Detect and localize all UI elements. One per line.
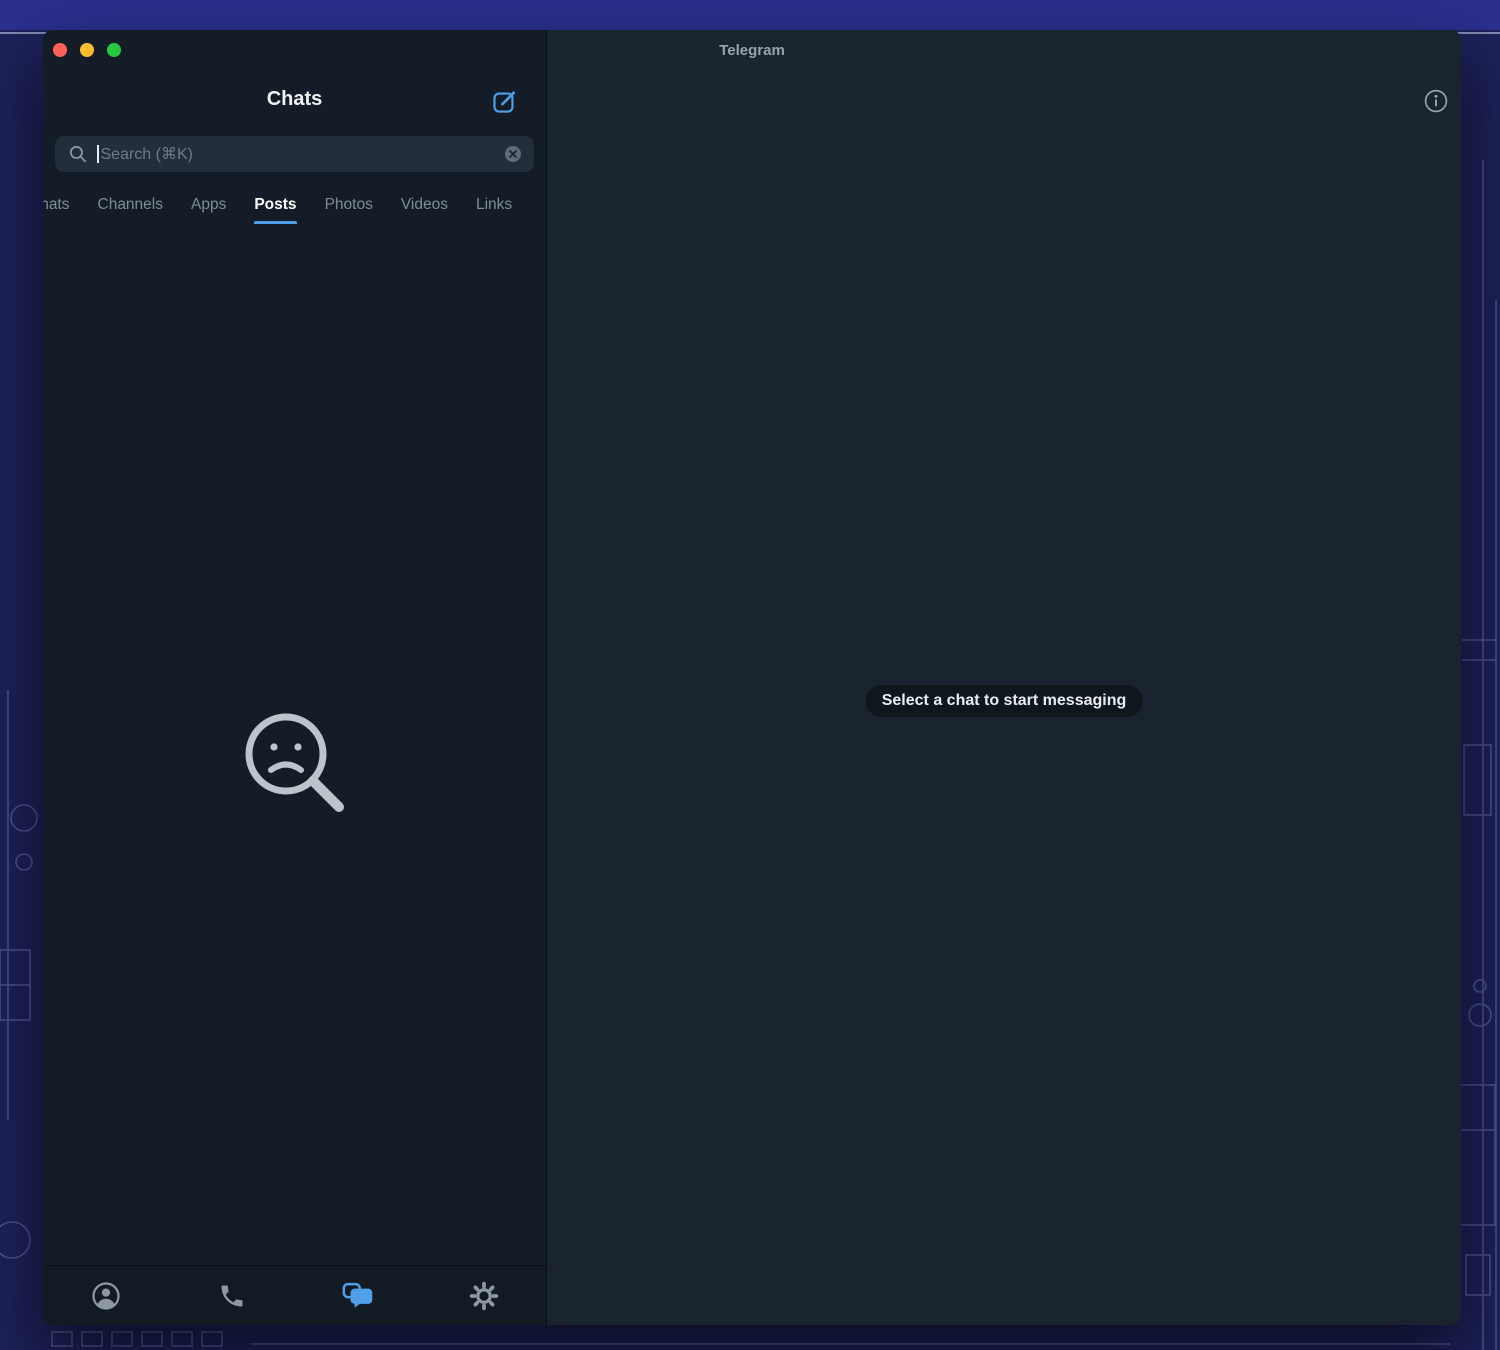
search-clear-button[interactable] — [504, 145, 522, 163]
sidebar-title: Chats — [43, 88, 546, 111]
close-button[interactable] — [53, 43, 67, 57]
nav-chats-button[interactable] — [323, 1270, 393, 1322]
search-filter-tabs: Chats Channels Apps Posts Photos Videos … — [43, 184, 547, 226]
bottom-nav — [43, 1265, 547, 1325]
tab-apps[interactable]: Apps — [191, 184, 226, 226]
tab-photos[interactable]: Photos — [325, 184, 373, 226]
tab-channels[interactable]: Channels — [98, 184, 164, 226]
select-chat-message: Select a chat to start messaging — [866, 685, 1143, 717]
tab-videos[interactable]: Videos — [401, 184, 448, 226]
gear-icon — [469, 1281, 499, 1311]
tab-posts[interactable]: Posts — [254, 184, 296, 226]
traffic-lights — [53, 43, 121, 57]
nav-contacts-button[interactable] — [71, 1270, 141, 1322]
chat-bubble-icon — [341, 1281, 375, 1311]
info-icon — [1423, 88, 1449, 114]
person-icon — [91, 1281, 121, 1311]
text-caret — [97, 145, 99, 163]
search-placeholder: Search (⌘K) — [101, 144, 505, 164]
chat-pane: Select a chat to start messaging — [547, 30, 1461, 1325]
clear-icon — [504, 145, 522, 163]
tab-links[interactable]: Links — [476, 184, 512, 226]
phone-icon — [218, 1282, 246, 1310]
nav-calls-button[interactable] — [197, 1270, 267, 1322]
compose-icon — [491, 89, 517, 115]
sidebar: Chats Search (⌘K) — [43, 30, 547, 1325]
info-button[interactable] — [1421, 86, 1451, 116]
tab-chats[interactable]: Chats — [43, 184, 70, 226]
compose-button[interactable] — [484, 82, 524, 122]
search-icon — [68, 144, 88, 164]
nav-settings-button[interactable] — [449, 1270, 519, 1322]
telegram-window: Telegram Chats Search (⌘K) — [43, 30, 1461, 1325]
zoom-button[interactable] — [107, 43, 121, 57]
sad-magnifier-icon — [234, 702, 354, 822]
minimize-button[interactable] — [80, 43, 94, 57]
search-input[interactable]: Search (⌘K) — [55, 136, 534, 172]
